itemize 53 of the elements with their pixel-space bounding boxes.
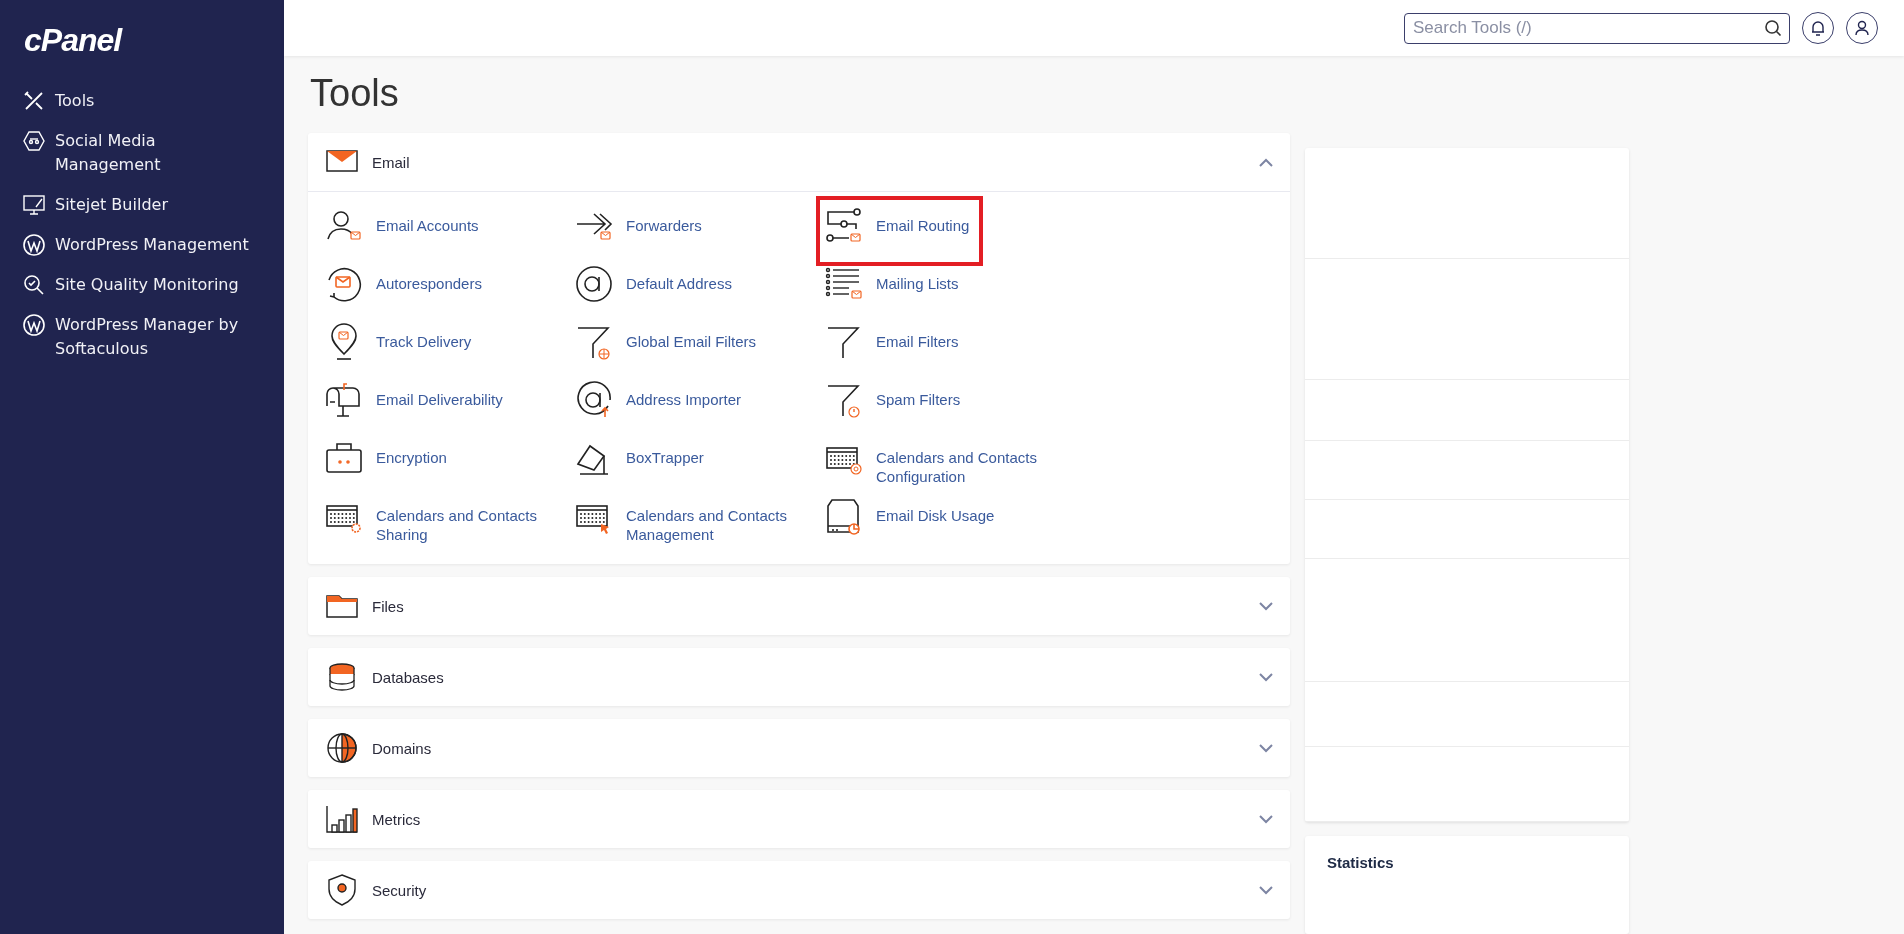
chevron-down-icon — [1259, 743, 1273, 753]
cpanel-logo[interactable]: cPanel — [24, 22, 266, 59]
hexagon-icon — [22, 129, 46, 153]
globe-icon — [324, 730, 360, 766]
tool-link[interactable]: Email Routing — [824, 202, 970, 260]
user-button[interactable] — [1846, 12, 1878, 44]
chevron-down-icon — [1259, 601, 1273, 611]
tool-link[interactable]: Calendars and Contacts Configuration — [824, 434, 1046, 492]
tool-link[interactable]: Spam Filters — [824, 376, 961, 434]
search-field[interactable]: Search Tools (/) — [1404, 12, 1790, 44]
tool-link[interactable]: Email Accounts — [324, 202, 479, 260]
monitor-icon — [22, 193, 46, 217]
search-check-icon — [22, 273, 46, 297]
section-title[interactable]: Databases — [372, 668, 1244, 686]
tool-link[interactable]: Address Importer — [574, 376, 742, 434]
tool-link[interactable]: Email Deliverability — [324, 376, 503, 434]
tool-link[interactable]: Mailing Lists — [824, 260, 959, 318]
statistics-title: Statistics — [1327, 854, 1394, 871]
wordpress-icon — [22, 233, 46, 257]
tool-link[interactable]: BoxTrapper — [574, 434, 704, 492]
tool-link[interactable]: Default Address — [574, 260, 732, 318]
tool-link[interactable]: Global Email Filters — [574, 318, 757, 376]
sidebar-item[interactable]: WordPress Management — [22, 233, 266, 257]
at-sign-icon — [574, 264, 614, 304]
section-title[interactable]: Domains — [372, 739, 1244, 757]
tool-link[interactable]: Calendars and Contacts Sharing — [324, 492, 546, 550]
sidebar-item[interactable]: Tools — [22, 89, 266, 113]
tool-link[interactable]: Calendars and Contacts Management — [574, 492, 796, 550]
tool-link[interactable]: Track Delivery — [324, 318, 472, 376]
section-title[interactable]: Metrics — [372, 810, 1244, 828]
sidebar-item[interactable]: Social Media Management — [22, 129, 266, 177]
chevron-down-icon — [1259, 885, 1273, 895]
notifications-button[interactable] — [1802, 12, 1834, 44]
chevron-up-icon — [1259, 157, 1273, 167]
chevron-down-icon — [1259, 672, 1273, 682]
section-title[interactable]: Security — [372, 881, 1244, 899]
page-title: Tools — [310, 72, 400, 115]
wordpress-icon — [22, 313, 46, 337]
sidebar-item[interactable]: Site Quality Monitoring — [22, 273, 266, 297]
tool-link[interactable]: Encryption — [324, 434, 447, 492]
tool-link[interactable]: Forwarders — [574, 202, 702, 260]
tool-link[interactable]: Email Filters — [824, 318, 959, 376]
bell-icon — [1811, 20, 1825, 36]
chevron-down-icon — [1259, 814, 1273, 824]
section-title[interactable]: Files — [372, 597, 1244, 615]
at-upload-icon — [574, 380, 614, 420]
search-icon — [1764, 18, 1782, 37]
user-icon — [1855, 20, 1869, 36]
section-title[interactable]: Email — [372, 153, 1244, 171]
tool-link[interactable]: Autoresponders — [324, 260, 482, 318]
sidebar-item[interactable]: WordPress Manager by Softaculous — [22, 313, 266, 361]
sidebar-item[interactable]: Sitejet Builder — [22, 193, 266, 217]
tool-link[interactable]: Email Disk Usage — [824, 492, 995, 550]
